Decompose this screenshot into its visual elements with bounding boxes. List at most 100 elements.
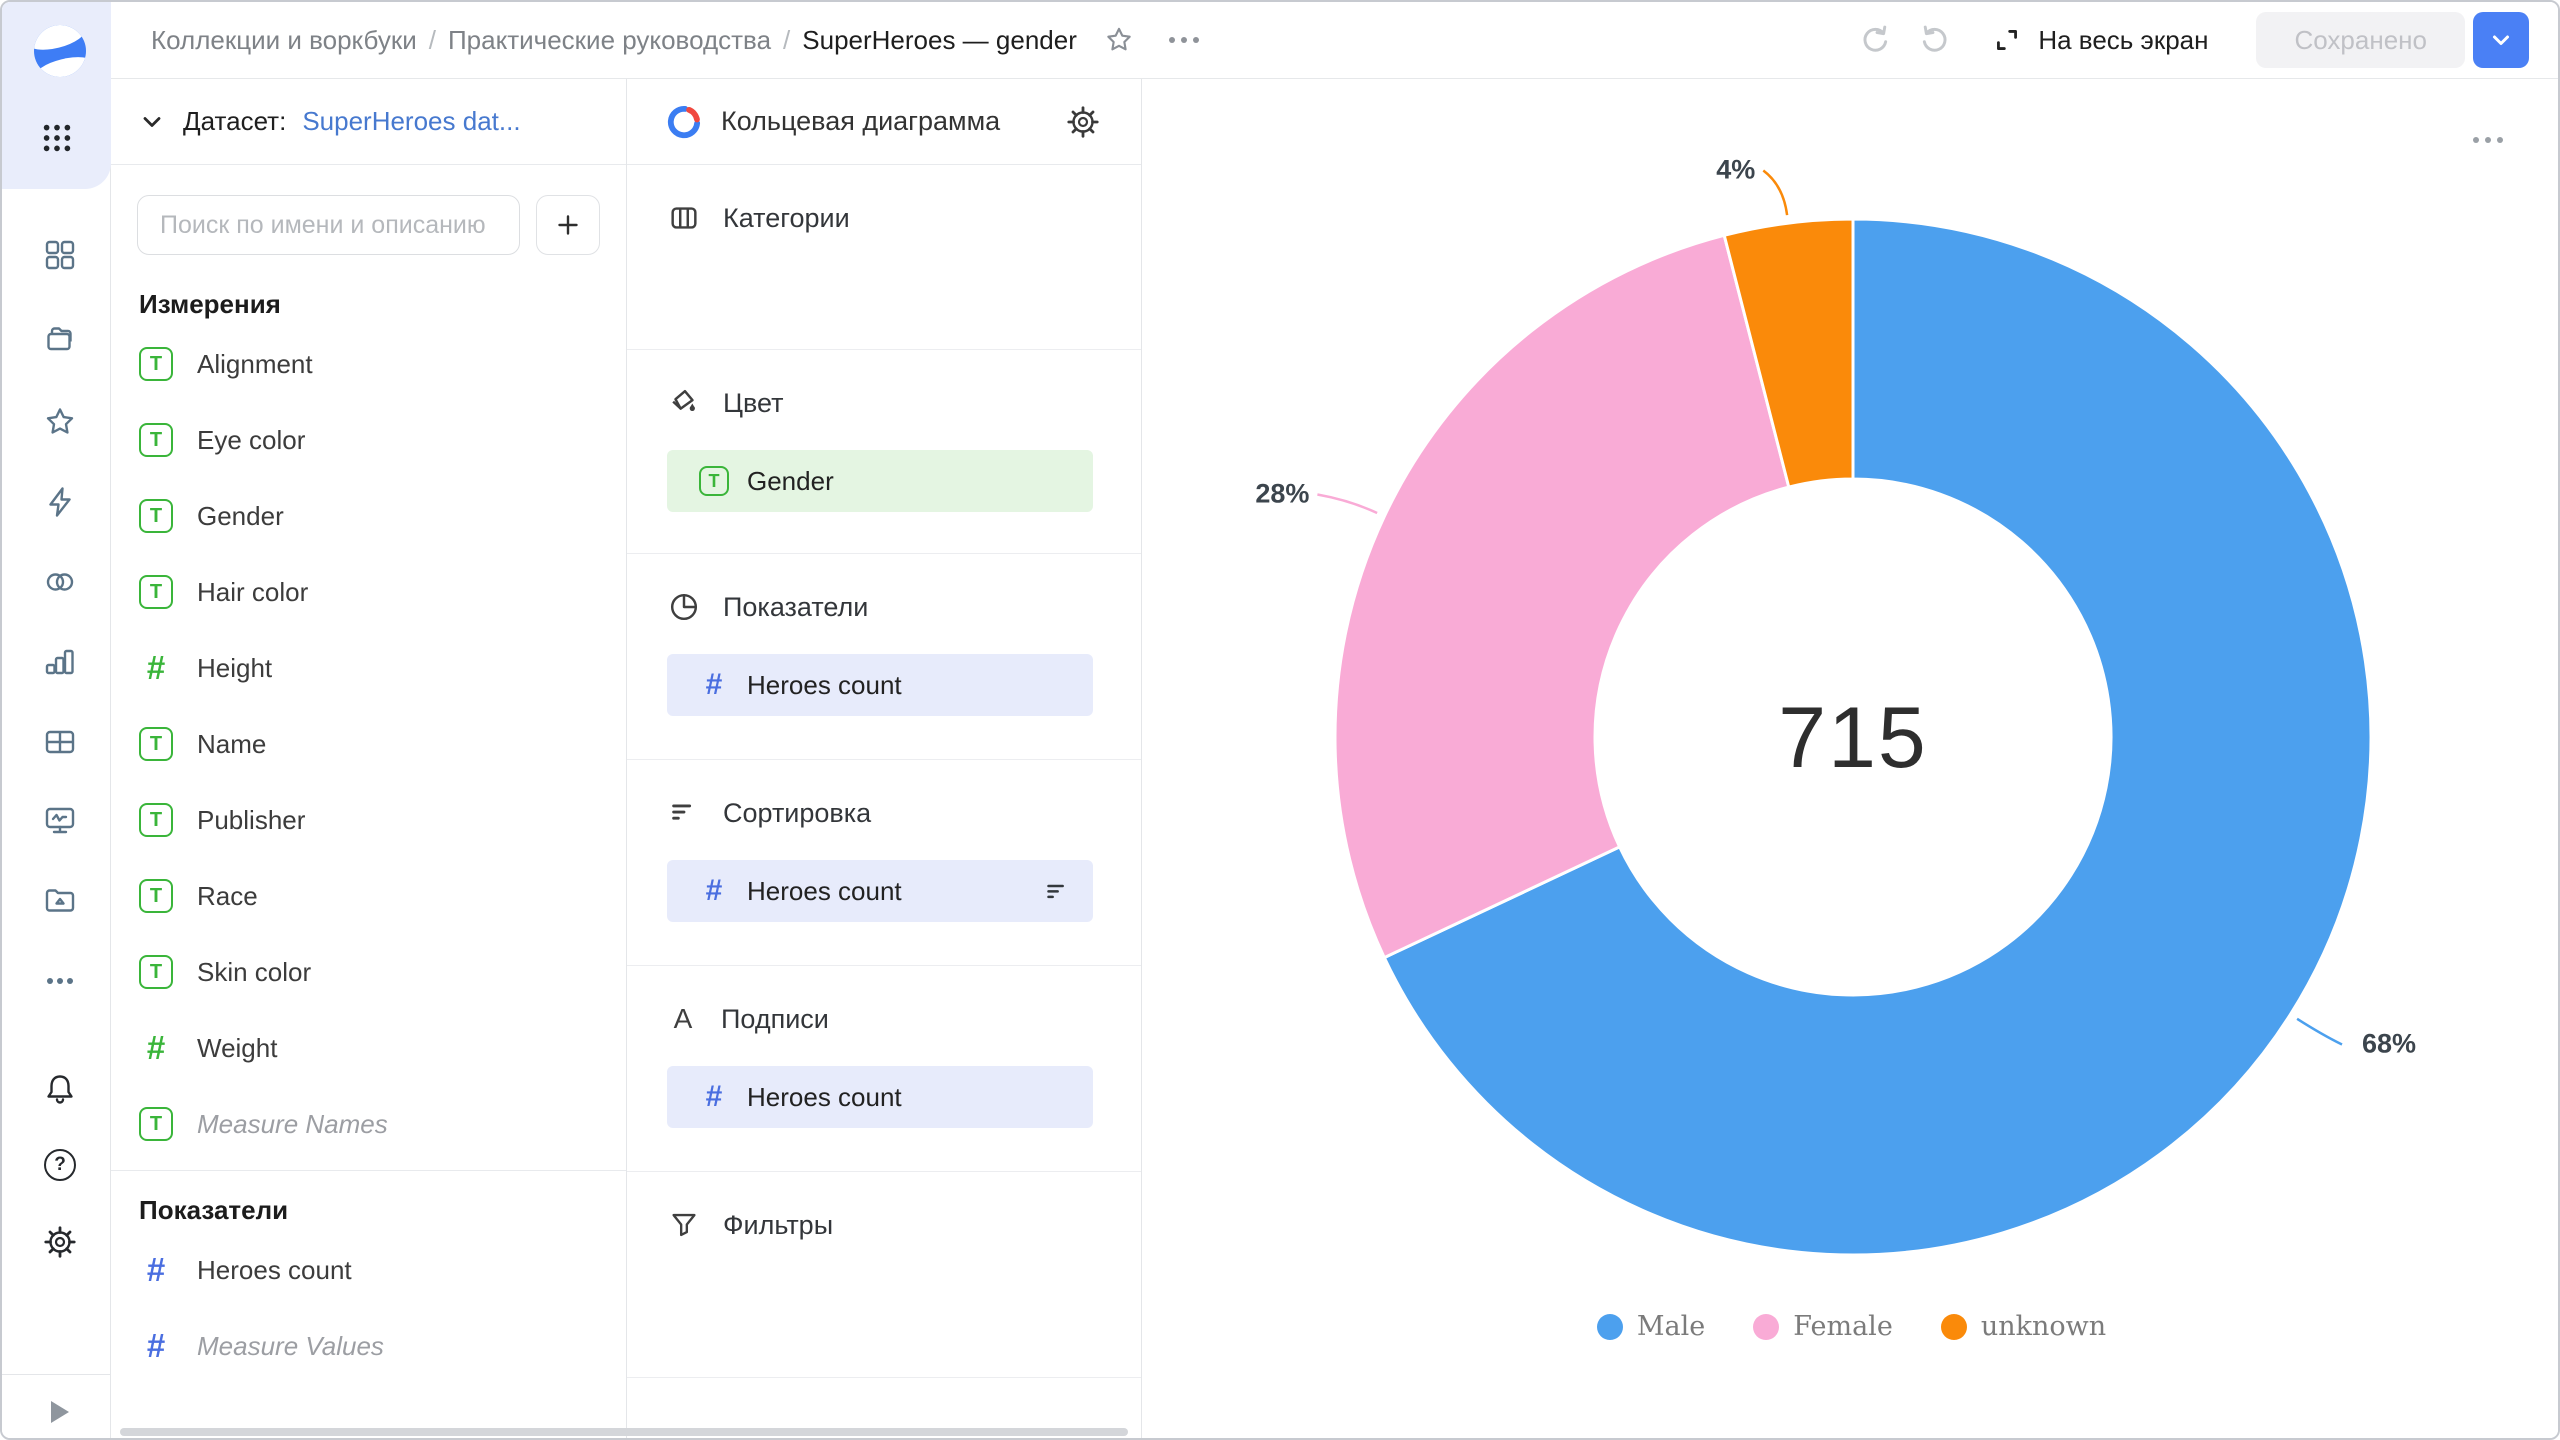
field-label: Heroes count — [197, 1255, 352, 1286]
field-item[interactable]: T Name — [111, 706, 626, 782]
field-label: Measure Names — [197, 1109, 388, 1140]
dataset-collapse-chevron-icon[interactable] — [137, 107, 167, 137]
slice-percent-label: 4% — [1716, 155, 1755, 185]
field-item[interactable]: # Measure Values — [111, 1308, 626, 1384]
labels-field-name: Heroes count — [747, 1082, 1071, 1113]
collections-icon[interactable] — [40, 319, 80, 359]
tables-icon[interactable] — [40, 722, 80, 762]
field-item[interactable]: THair color — [111, 554, 626, 630]
chart-settings-gear-icon[interactable] — [1065, 104, 1101, 140]
text-field-icon: T — [139, 803, 173, 837]
sort-field-chip[interactable]: # Heroes count — [667, 860, 1093, 922]
breadcrumb-item[interactable]: SuperHeroes — gender — [802, 25, 1077, 56]
add-field-button[interactable] — [536, 195, 600, 255]
datalens-logo-icon[interactable] — [32, 23, 88, 79]
text-field-icon: T — [139, 499, 173, 533]
legend-dot — [1597, 1314, 1623, 1340]
left-rail: ? — [2, 2, 111, 1438]
dataset-header: Датасет: SuperHeroes dat... — [111, 79, 626, 165]
expand-rail-icon[interactable] — [40, 1392, 80, 1432]
breadcrumb-item[interactable]: Практические руководства — [448, 25, 771, 56]
donut-chart-type-icon — [665, 103, 703, 141]
filter-funnel-icon — [667, 1208, 701, 1242]
field-label: Race — [197, 881, 258, 912]
field-item[interactable]: T Race — [111, 858, 626, 934]
text-field-icon: T — [699, 466, 729, 496]
dataset-label: Датасет: — [183, 106, 286, 137]
field-item[interactable]: TGender — [111, 478, 626, 554]
chart-legend: Male Female unknown — [1142, 1311, 2560, 1342]
legend-label: Male — [1637, 1311, 1705, 1342]
workbooks-icon[interactable] — [40, 235, 80, 275]
measures-field-chip[interactable]: # Heroes count — [667, 654, 1093, 716]
apps-menu-icon[interactable] — [40, 121, 74, 155]
filters-label: Фильтры — [723, 1210, 833, 1241]
chart-config-panel: Кольцевая диаграмма Категории — [627, 79, 1142, 1440]
quick-actions-icon[interactable] — [40, 482, 80, 522]
legend-dot — [1941, 1314, 1967, 1340]
field-item[interactable]: TMeasure Names — [111, 1086, 626, 1162]
sort-section: Сортировка # Heroes count — [627, 760, 1141, 966]
donut-center-total: 715 — [1778, 690, 1928, 786]
field-search-input[interactable] — [137, 195, 520, 255]
field-item[interactable]: # Height — [111, 630, 626, 706]
field-label: Publisher — [197, 805, 305, 836]
field-label: Height — [197, 653, 272, 684]
text-field-icon: T — [139, 727, 173, 761]
field-label: Measure Values — [197, 1331, 384, 1362]
sort-direction-icon[interactable] — [1041, 876, 1071, 906]
field-label: Weight — [197, 1033, 277, 1064]
help-icon[interactable]: ? — [40, 1145, 80, 1185]
labels-field-chip[interactable]: # Heroes count — [667, 1066, 1093, 1128]
field-label: Name — [197, 729, 266, 760]
measures-label: Показатели — [723, 592, 868, 623]
filters-section: Фильтры — [627, 1172, 1141, 1378]
legend-item-male[interactable]: Male — [1597, 1311, 1705, 1342]
number-field-icon: # — [699, 874, 729, 908]
field-item[interactable]: #Heroes count — [111, 1232, 626, 1308]
legend-label: Female — [1793, 1311, 1893, 1342]
legend-item-unknown[interactable]: unknown — [1941, 1311, 2106, 1342]
favorites-star-icon[interactable] — [40, 402, 80, 442]
field-item[interactable]: #Weight — [111, 1010, 626, 1086]
text-field-icon: T — [139, 879, 173, 913]
field-label: Hair color — [197, 577, 308, 608]
sort-label: Сортировка — [723, 798, 871, 829]
number-field-icon: # — [139, 1327, 173, 1365]
legend-item-female[interactable]: Female — [1753, 1311, 1893, 1342]
dashboards-icon[interactable] — [40, 801, 80, 841]
text-field-icon: T — [139, 955, 173, 989]
legend-label: unknown — [1981, 1311, 2106, 1342]
storage-folder-icon[interactable] — [40, 881, 80, 921]
categories-icon — [667, 201, 701, 235]
datasets-icon[interactable] — [40, 562, 80, 602]
breadcrumb-item[interactable]: Коллекции и воркбуки — [151, 25, 417, 56]
number-field-icon: # — [139, 649, 173, 687]
measures-list: #Heroes count # Measure Values — [111, 1232, 626, 1384]
categories-label: Категории — [723, 203, 850, 234]
charts-icon[interactable] — [40, 642, 80, 682]
rail-divider — [2, 1374, 111, 1375]
settings-gear-icon[interactable] — [40, 1222, 80, 1262]
donut-chart[interactable]: 68%28%4%715 — [1142, 2, 2560, 1440]
help-question-glyph: ? — [44, 1149, 76, 1181]
dataset-name-link[interactable]: SuperHeroes dat... — [302, 106, 520, 137]
color-field-chip[interactable]: T Gender — [667, 450, 1093, 512]
field-item[interactable]: TEye color — [111, 402, 626, 478]
more-items-icon[interactable] — [40, 961, 80, 1001]
dimensions-list: TAlignmentTEye colorTGenderTHair color#H… — [111, 326, 626, 1162]
horizontal-scrollbar[interactable] — [120, 1428, 1128, 1436]
number-field-icon: # — [699, 668, 729, 702]
labels-label: Подписи — [721, 1004, 829, 1035]
donut-slice-female[interactable] — [1335, 235, 1789, 957]
chart-type-name[interactable]: Кольцевая диаграмма — [721, 106, 1047, 137]
field-item[interactable]: T Publisher — [111, 782, 626, 858]
slice-percent-label: 28% — [1255, 479, 1309, 509]
notifications-bell-icon[interactable] — [40, 1069, 80, 1109]
number-field-icon: # — [699, 1080, 729, 1114]
field-item[interactable]: TSkin color — [111, 934, 626, 1010]
breadcrumb: Коллекции и воркбуки/Практические руково… — [151, 25, 1077, 56]
field-item[interactable]: TAlignment — [111, 326, 626, 402]
labels-section: A Подписи # Heroes count — [627, 966, 1141, 1172]
favorite-star-icon[interactable] — [1103, 24, 1135, 56]
